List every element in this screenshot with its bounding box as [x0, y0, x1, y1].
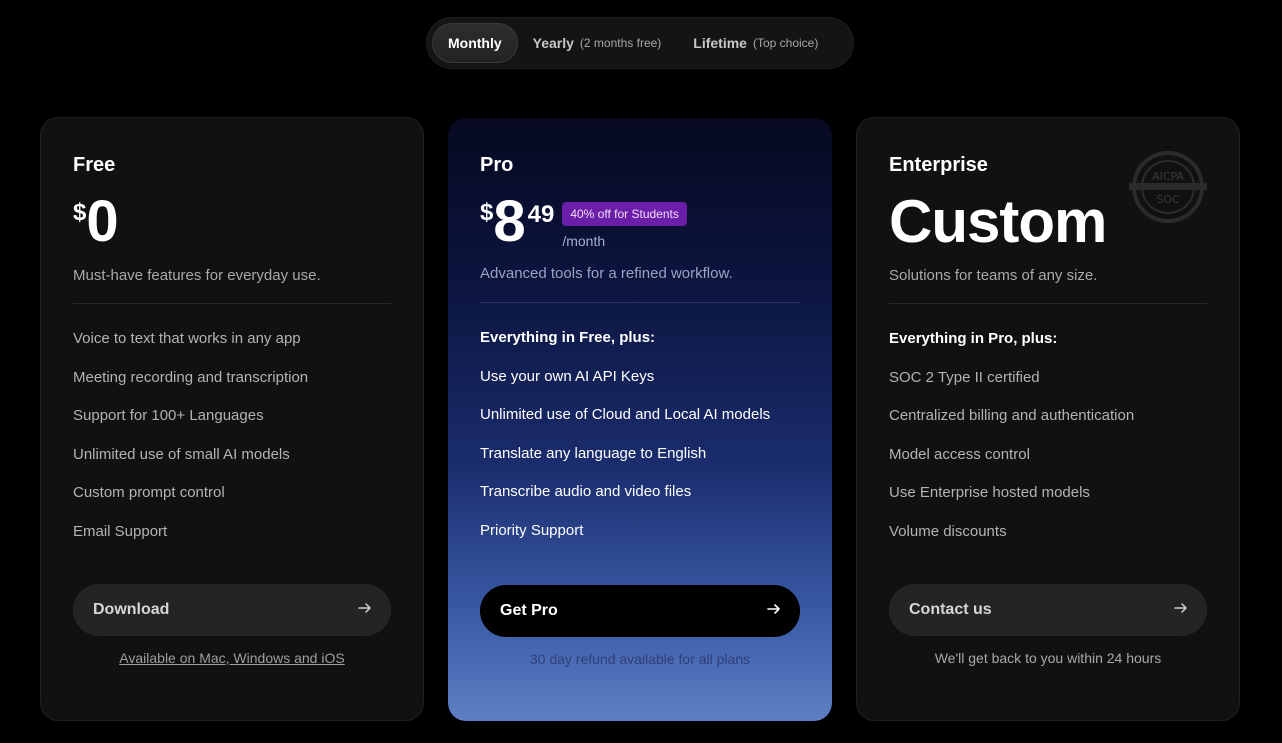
- price: $ 8 49 40% off for Students /month: [480, 187, 800, 257]
- price-amount: 8: [493, 189, 525, 254]
- refund-note: 30 day refund available for all plans: [529, 651, 751, 667]
- download-button-label: Download: [93, 601, 170, 618]
- feature-item: Priority Support: [480, 521, 584, 539]
- divider: [480, 302, 800, 303]
- feature-item: Use your own AI API Keys: [480, 367, 655, 385]
- billing-period-toggle: Monthly Yearly (2 months free) Lifetime …: [426, 17, 854, 69]
- plan-tagline: Advanced tools for a refined workflow.: [480, 265, 733, 282]
- feature-list: Everything in Pro, plus: SOC 2 Type II c…: [889, 329, 1207, 560]
- toggle-lifetime[interactable]: Lifetime (Top choice): [678, 23, 833, 63]
- price-cents: 49: [527, 201, 555, 228]
- feature-item: Transcribe audio and video files: [480, 483, 692, 500]
- feature-list: Everything in Free, plus: Use your own A…: [480, 328, 800, 559]
- feature-lead: Everything in Free, plus:: [480, 329, 656, 346]
- download-button[interactable]: Download: [73, 584, 391, 636]
- feature-item: Use Enterprise hosted models: [889, 484, 1090, 501]
- seal-bottom-text: SOC: [1156, 193, 1180, 206]
- plan-card-enterprise: AICPA SOC Enterprise Custom Solutions fo…: [856, 117, 1240, 721]
- feature-item: Centralized billing and authentication: [889, 407, 1135, 424]
- arrow-right-icon: [1173, 600, 1189, 621]
- toggle-lifetime-label: Lifetime: [693, 35, 747, 51]
- currency-symbol: $: [480, 199, 494, 226]
- plan-card-free: Free $ 0 Must-have features for everyday…: [40, 117, 424, 721]
- arrow-right-icon: [357, 600, 373, 621]
- pricing-page: Monthly Yearly (2 months free) Lifetime …: [0, 0, 1282, 743]
- currency-symbol: $: [73, 199, 87, 226]
- get-pro-button-label: Get Pro: [500, 602, 558, 619]
- feature-list: Voice to text that works in any app Meet…: [73, 329, 391, 560]
- get-pro-button[interactable]: Get Pro: [480, 585, 800, 637]
- feature-item: Translate any language to English: [480, 444, 707, 462]
- platforms-link[interactable]: Available on Mac, Windows and iOS: [73, 650, 391, 666]
- toggle-lifetime-note: (Top choice): [752, 36, 819, 50]
- feature-item: SOC 2 Type II certified: [889, 368, 1040, 386]
- plan-tagline: Solutions for teams of any size.: [889, 267, 1098, 284]
- divider: [73, 303, 391, 304]
- plan-tagline: Must-have features for everyday use.: [73, 267, 321, 284]
- toggle-monthly[interactable]: Monthly: [432, 23, 518, 63]
- response-time-note: We'll get back to you within 24 hours: [934, 650, 1162, 666]
- price-amount: 0: [86, 189, 118, 254]
- toggle-yearly-label: Yearly: [532, 35, 574, 51]
- toggle-yearly[interactable]: Yearly (2 months free): [518, 23, 677, 63]
- plan-card-pro: Pro $ 8 49 40% off for Students /month A…: [448, 118, 832, 721]
- arrow-right-icon: [766, 601, 782, 622]
- price-custom: Custom: [889, 188, 1107, 255]
- toggle-monthly-label: Monthly: [448, 35, 502, 51]
- price: $ 0: [73, 187, 391, 257]
- contact-us-button-label: Contact us: [909, 601, 992, 618]
- billing-period: /month: [562, 233, 606, 249]
- divider: [889, 303, 1207, 304]
- feature-item: Voice to text that works in any app: [73, 330, 301, 347]
- plan-name: Free: [73, 154, 116, 176]
- contact-us-button[interactable]: Contact us: [889, 584, 1207, 636]
- aicpa-soc-seal-icon: AICPA SOC: [1129, 150, 1207, 224]
- feature-item: Custom prompt control: [73, 484, 225, 501]
- feature-lead: Everything in Pro, plus:: [889, 330, 1058, 347]
- feature-item: Model access control: [889, 445, 1030, 463]
- feature-item: Email Support: [73, 522, 168, 540]
- feature-item: Meeting recording and transcription: [73, 368, 309, 386]
- toggle-yearly-note: (2 months free): [579, 36, 662, 50]
- feature-item: Volume discounts: [889, 522, 1007, 540]
- price-side: 40% off for Students /month: [562, 202, 687, 249]
- feature-item: Unlimited use of small AI models: [73, 445, 290, 463]
- student-discount-badge: 40% off for Students: [562, 202, 687, 226]
- feature-item: Support for 100+ Languages: [73, 407, 264, 424]
- seal-top-text: AICPA: [1152, 170, 1184, 183]
- feature-item: Unlimited use of Cloud and Local AI mode…: [480, 406, 771, 423]
- plan-name: Pro: [480, 154, 514, 176]
